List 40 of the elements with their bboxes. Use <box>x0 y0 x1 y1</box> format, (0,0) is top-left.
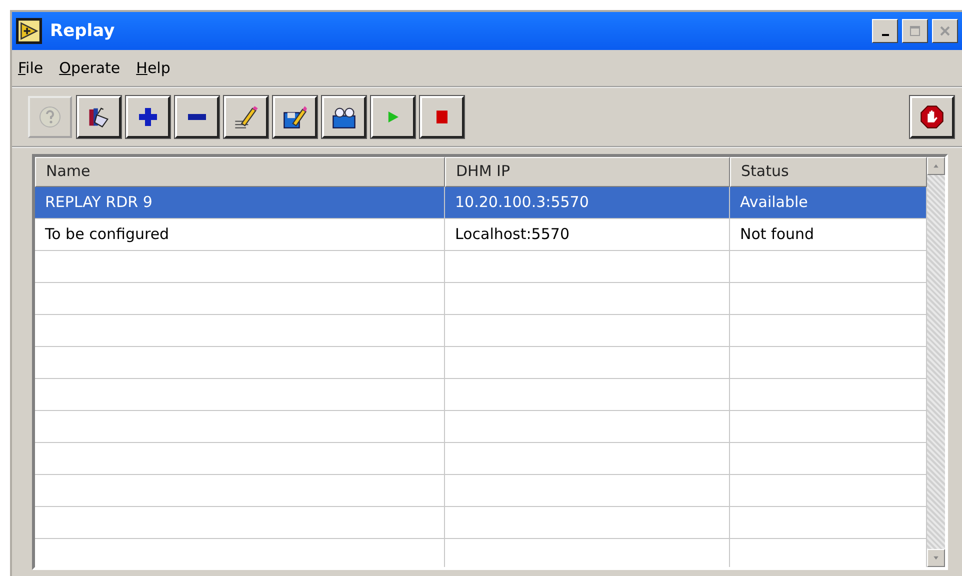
up-arrow-icon <box>932 162 940 170</box>
question-icon <box>38 105 62 129</box>
table-cell: 10.20.100.3:5570 <box>445 187 730 218</box>
remove-button[interactable] <box>175 96 219 138</box>
maximize-icon <box>909 25 921 37</box>
pencil-icon <box>233 104 259 130</box>
stop-button[interactable] <box>420 96 464 138</box>
column-header[interactable]: Name <box>35 157 445 187</box>
down-arrow-icon <box>932 554 940 562</box>
scroll-down-button[interactable] <box>927 549 945 567</box>
add-button[interactable] <box>126 96 170 138</box>
edit-button[interactable] <box>224 96 268 138</box>
floppy-pencil-icon <box>282 104 308 130</box>
close-icon <box>939 25 951 37</box>
table-row[interactable]: REPLAY RDR 9 10.20.100.3:5570 Available <box>35 187 927 219</box>
books-button[interactable] <box>77 96 121 138</box>
minimize-icon <box>882 34 888 36</box>
menu-item[interactable]: Help <box>136 59 170 77</box>
column-header[interactable]: DHM IP <box>445 157 730 187</box>
table-row[interactable]: To be configured Localhost:5570 Not found <box>35 219 927 251</box>
scroll-up-button[interactable] <box>927 157 945 175</box>
binoculars-button[interactable] <box>322 96 366 138</box>
save-button[interactable] <box>273 96 317 138</box>
maximize-button[interactable] <box>902 19 928 43</box>
table-cell: Localhost:5570 <box>445 219 730 250</box>
minus-icon <box>188 114 206 120</box>
plus-icon <box>136 105 160 129</box>
minimize-button[interactable] <box>872 19 898 43</box>
stop-hand-icon <box>919 104 945 130</box>
menu-item[interactable]: File <box>18 59 44 77</box>
scrollbar[interactable] <box>927 157 945 567</box>
app-icon <box>16 18 42 44</box>
table-cell: REPLAY RDR 9 <box>35 187 445 218</box>
table-cell: To be configured <box>35 219 445 250</box>
menu-item[interactable]: Operate <box>59 59 120 77</box>
window-title: Replay <box>50 21 115 41</box>
close-button[interactable] <box>932 19 958 43</box>
column-header[interactable]: Status <box>730 157 927 187</box>
abort-button[interactable] <box>910 96 954 138</box>
play-button[interactable] <box>371 96 415 138</box>
